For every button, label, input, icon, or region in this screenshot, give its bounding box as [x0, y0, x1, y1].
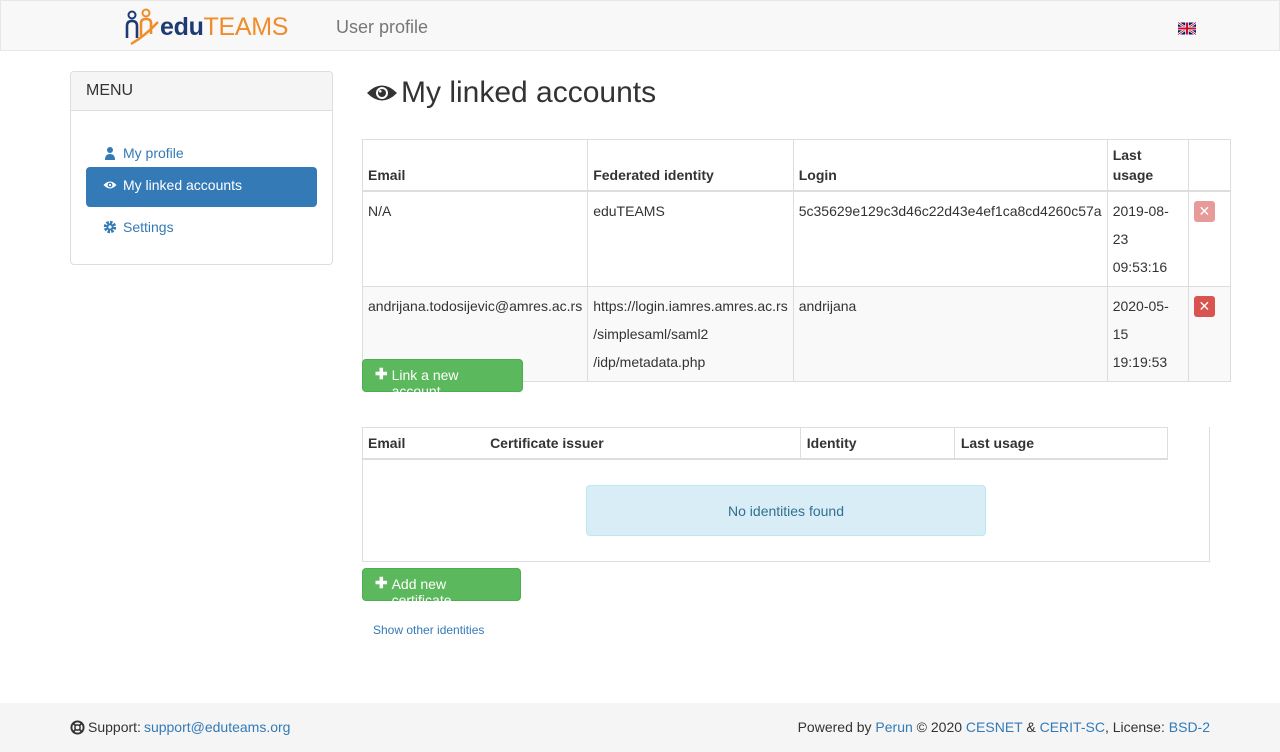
- column-header-last-usage: Last usage: [1106, 139, 1189, 192]
- cell-login: 5c35629e129c3d46c22d43e4ef1ca8cd4260c57a: [792, 190, 1108, 287]
- plus-icon: ✚: [375, 575, 388, 592]
- sidebar-menu: MENU My profile My linked accounts Setti…: [70, 71, 333, 265]
- link-new-account-label: Link a new account: [391, 367, 459, 399]
- table-row: N/A eduTEAMS 5c35629e129c3d46c22d43e4ef1…: [361, 190, 1232, 287]
- support-info: Support: support@eduteams.org: [70, 719, 290, 735]
- header-last-usage-text: Last usage: [1112, 147, 1154, 183]
- no-identities-alert: No identities found: [586, 485, 986, 536]
- column-header-last-usage: Last usage: [954, 427, 1169, 460]
- license-link[interactable]: BSD-2: [1169, 719, 1210, 735]
- last-usage-date: 2020-05-15: [1112, 298, 1169, 342]
- page-title-text: My linked accounts: [401, 76, 657, 109]
- powered-by-text: Powered by: [797, 719, 872, 735]
- uk-flag-icon[interactable]: [1178, 22, 1196, 35]
- eduteams-logo[interactable]: eduTEAMS: [125, 8, 288, 46]
- nav-title[interactable]: User profile: [336, 17, 428, 38]
- eye-icon: [103, 181, 117, 189]
- column-header-certificate-issuer: Certificate issuer: [484, 427, 801, 460]
- license-label: , License:: [1104, 719, 1165, 735]
- footer: Support: support@eduteams.org Powered by…: [0, 703, 1280, 752]
- last-usage-time: 09:53:16: [1112, 259, 1168, 275]
- sidebar-item-label: Settings: [123, 219, 174, 235]
- ampersand-text: &: [1026, 719, 1036, 735]
- certificates-table: Email Certificate issuer Identity Last u…: [362, 427, 1169, 460]
- cell-federated-identity: https://login.iamres.amres.ac.rs/simples…: [587, 286, 794, 382]
- fed-identity-line: /idp/metadata.php: [593, 354, 706, 370]
- linked-accounts-table: Email Federated identity Login Last usag…: [361, 139, 1232, 382]
- close-icon: ✕: [1198, 203, 1211, 219]
- link-new-account-button[interactable]: ✚ Link a new account: [362, 359, 523, 399]
- column-header-email: Email: [361, 139, 589, 192]
- cell-last-usage: 2020-05-15 19:19:53: [1106, 286, 1189, 382]
- column-header-login: Login: [792, 139, 1108, 192]
- sidebar-item-label: My profile: [123, 145, 184, 161]
- gear-icon: [103, 220, 117, 234]
- cesnet-link[interactable]: CESNET: [966, 719, 1023, 735]
- last-usage-time: 19:19:53: [1112, 354, 1168, 370]
- last-usage-date: 2019-08-23: [1112, 203, 1169, 247]
- sidebar-item-my-linked-accounts[interactable]: My linked accounts: [86, 167, 317, 207]
- cell-actions: ✕: [1187, 190, 1232, 287]
- add-new-certificate-button[interactable]: ✚ Add new certificate: [362, 568, 521, 608]
- remove-account-button-disabled: ✕: [1193, 201, 1215, 222]
- powered-by: Powered by Perun © 2020 CESNET & CERIT-S…: [798, 719, 1210, 735]
- cell-login: andrijana: [792, 286, 1108, 382]
- cell-last-usage: 2019-08-23 09:53:16: [1106, 190, 1189, 287]
- copyright-text: © 2020: [916, 719, 963, 735]
- logo-text: eduTEAMS: [160, 13, 288, 42]
- logo-figures-icon: [125, 8, 159, 46]
- sidebar-item-label: My linked accounts: [123, 177, 243, 193]
- logo-edu: edu: [160, 12, 204, 41]
- add-new-certificate-label: Add new certificate: [391, 576, 452, 608]
- plus-icon: ✚: [375, 366, 388, 383]
- column-header-federated-identity: Federated identity: [587, 139, 794, 192]
- close-icon: ✕: [1198, 298, 1211, 314]
- table-header-row: Email Federated identity Login Last usag…: [361, 139, 1232, 192]
- cell-actions: ✕: [1187, 286, 1232, 382]
- cell-federated-identity: eduTEAMS: [587, 190, 794, 287]
- cell-email: N/A: [361, 190, 589, 287]
- fed-identity-line: /simplesaml/saml2: [593, 326, 709, 342]
- page-title: My linked accounts: [366, 76, 656, 110]
- remove-account-button[interactable]: ✕: [1193, 296, 1215, 317]
- lifebuoy-icon: [70, 719, 85, 735]
- logo-teams: TEAMS: [203, 12, 289, 41]
- support-email-link[interactable]: support@eduteams.org: [144, 719, 291, 735]
- table-header-row: Email Certificate issuer Identity Last u…: [362, 427, 1169, 460]
- navbar: eduTEAMS User profile: [0, 0, 1280, 51]
- perun-link[interactable]: Perun: [875, 719, 912, 735]
- fed-identity-line: https://login.iamres.amres.ac.rs: [593, 298, 788, 314]
- user-icon: [105, 147, 115, 160]
- eye-icon: [367, 85, 397, 101]
- column-header-identity: Identity: [800, 427, 955, 460]
- sidebar-item-settings[interactable]: Settings: [86, 209, 317, 249]
- column-header-email: Email: [362, 427, 485, 460]
- menu-heading: MENU: [71, 72, 332, 111]
- cerit-sc-link[interactable]: CERIT-SC: [1040, 719, 1105, 735]
- show-other-identities-link[interactable]: Show other identities: [373, 623, 484, 637]
- support-label: Support:: [88, 719, 141, 735]
- column-header-actions: [1187, 139, 1232, 192]
